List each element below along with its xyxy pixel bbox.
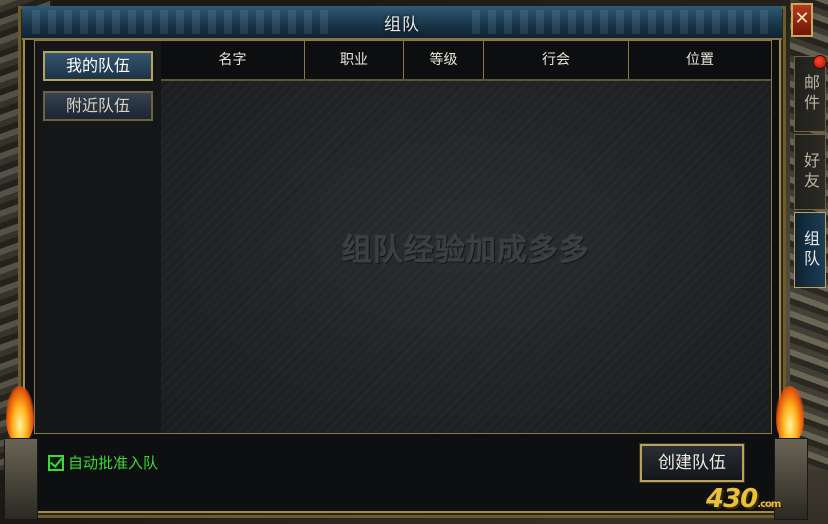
column-header-location[interactable]: 位置	[629, 41, 771, 79]
window-title: 组队	[384, 14, 420, 35]
column-header-guild[interactable]: 行会	[484, 41, 629, 79]
site-logo: 430.com	[706, 484, 781, 514]
auto-approve-label: 自动批准入队	[68, 454, 159, 472]
team-panel: 我的队伍 附近队伍 名字 职业 等级 行会 位置 组队经验加成多多	[34, 40, 772, 434]
tab-team-label: 组队	[801, 230, 820, 270]
auto-approve-checkbox[interactable]	[48, 454, 64, 471]
logo-text: 430	[706, 484, 758, 514]
nearby-teams-button[interactable]: 附近队伍	[43, 91, 153, 121]
torch-stand	[4, 438, 38, 520]
tab-mail[interactable]: 邮件	[794, 55, 827, 132]
team-nav-sidebar: 我的队伍 附近队伍	[35, 41, 162, 433]
column-header-name[interactable]: 名字	[161, 41, 305, 79]
team-bonus-watermark: 组队经验加成多多	[342, 233, 590, 268]
flame-icon	[776, 386, 804, 442]
column-header-level[interactable]: 等级	[404, 41, 484, 79]
logo-suffix: .com	[757, 499, 781, 510]
my-team-button[interactable]: 我的队伍	[43, 51, 153, 81]
tab-friends-label: 好友	[801, 152, 820, 192]
close-button[interactable]: ✕	[791, 3, 813, 37]
table-header: 名字 职业 等级 行会 位置	[161, 41, 771, 81]
tab-team[interactable]: 组队	[794, 212, 826, 288]
torch-left	[0, 386, 40, 520]
tab-friends[interactable]: 好友	[794, 134, 826, 210]
tab-mail-label: 邮件	[801, 74, 820, 114]
create-team-button[interactable]: 创建队伍	[639, 443, 745, 483]
notification-dot-icon	[813, 55, 827, 69]
footer-bar: 自动批准入队 创建队伍	[34, 436, 772, 488]
column-header-class[interactable]: 职业	[305, 41, 404, 79]
title-bar: 组队	[22, 6, 782, 40]
flame-icon	[6, 386, 34, 442]
auto-approve-toggle[interactable]: 自动批准入队	[48, 452, 158, 473]
team-member-table: 名字 职业 等级 行会 位置 组队经验加成多多	[161, 41, 771, 433]
